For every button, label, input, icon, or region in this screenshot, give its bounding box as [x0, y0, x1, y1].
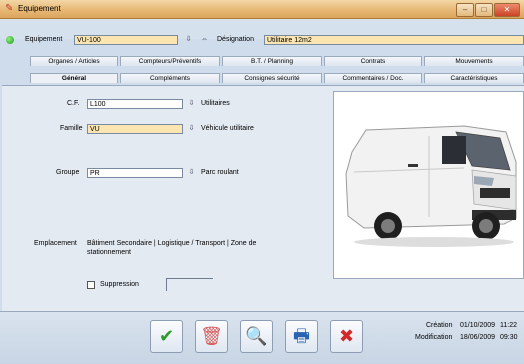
famille-field[interactable]: VU	[87, 124, 183, 134]
emplacement-label: Emplacement	[34, 240, 77, 247]
designation-label: Désignation	[217, 36, 254, 43]
tab-mouvements[interactable]: Mouvements	[424, 56, 524, 66]
tab-consignes-securite[interactable]: Consignes sécurité	[222, 73, 322, 83]
cf-label: C.F.	[67, 100, 80, 107]
trash-icon[interactable]: 🗑	[195, 320, 228, 353]
designation-field[interactable]: Utilitaire 12m2	[264, 35, 524, 45]
famille-label: Famille	[60, 125, 83, 132]
magnifier-icon[interactable]: 🔍	[240, 320, 273, 353]
modification-time: 09:30	[500, 334, 518, 341]
minimize-button[interactable]: –	[456, 3, 474, 17]
checkmark-icon[interactable]: ✔	[150, 320, 183, 353]
tab-commentaires-doc[interactable]: Commentaires / Doc.	[324, 73, 422, 83]
groupe-field[interactable]: PR	[87, 168, 183, 178]
cf-description: Utilitaires	[201, 100, 230, 107]
groupe-lookup-icon[interactable]: ⇩	[187, 168, 196, 178]
status-indicator-icon	[6, 36, 14, 44]
creation-label: Création	[426, 322, 453, 329]
maximize-button[interactable]: □	[475, 3, 493, 17]
suppression-label: Suppression	[100, 281, 139, 288]
groupe-description: Parc roulant	[201, 169, 239, 176]
tab-bt-planning[interactable]: B.T. / Planning	[222, 56, 322, 66]
close-button[interactable]: ✕	[494, 3, 520, 17]
van-photo-icon	[345, 125, 517, 247]
window-title: Equipement	[18, 4, 61, 13]
equipement-lookup-icon[interactable]: ⇩	[184, 35, 193, 45]
creation-date: 01/10/2009	[460, 322, 496, 329]
groupe-label: Groupe	[56, 169, 80, 176]
printer-icon[interactable]: 🖶	[285, 320, 318, 353]
cancel-x-icon[interactable]: ✖	[330, 320, 363, 353]
famille-description: Véhicule utilitaire	[201, 125, 254, 132]
equipment-photo	[333, 91, 524, 279]
equipement-link-icon[interactable]: ⇔	[200, 35, 209, 45]
suppression-checkbox[interactable]	[87, 281, 95, 289]
equipement-field[interactable]: VU-100	[74, 35, 178, 45]
tab-general[interactable]: Général	[30, 73, 118, 83]
cf-field[interactable]: L100	[87, 99, 183, 109]
cf-lookup-icon[interactable]: ⇩	[187, 99, 196, 109]
emplacement-value: Bâtiment Secondaire | Logistique / Trans…	[87, 240, 257, 256]
creation-time: 11:22	[500, 322, 517, 329]
title-bar: ✎ Equipement – □ ✕	[0, 0, 524, 19]
tab-contrats[interactable]: Contrats	[324, 56, 422, 66]
famille-lookup-icon[interactable]: ⇩	[187, 124, 196, 134]
equipement-label: Equipement	[25, 36, 63, 43]
tab-organes-articles[interactable]: Organes / Articles	[30, 56, 118, 66]
tab-complements[interactable]: Compléments	[120, 73, 220, 83]
tab-caracteristiques[interactable]: Caractéristiques	[424, 73, 524, 83]
suppression-date-field[interactable]	[166, 278, 213, 291]
app-wrench-icon: ✎	[5, 3, 14, 14]
modification-date: 18/06/2009	[460, 334, 496, 341]
modification-label: Modification	[415, 334, 453, 341]
tab-compteurs-preventifs[interactable]: Compteurs/Préventifs	[120, 56, 220, 66]
